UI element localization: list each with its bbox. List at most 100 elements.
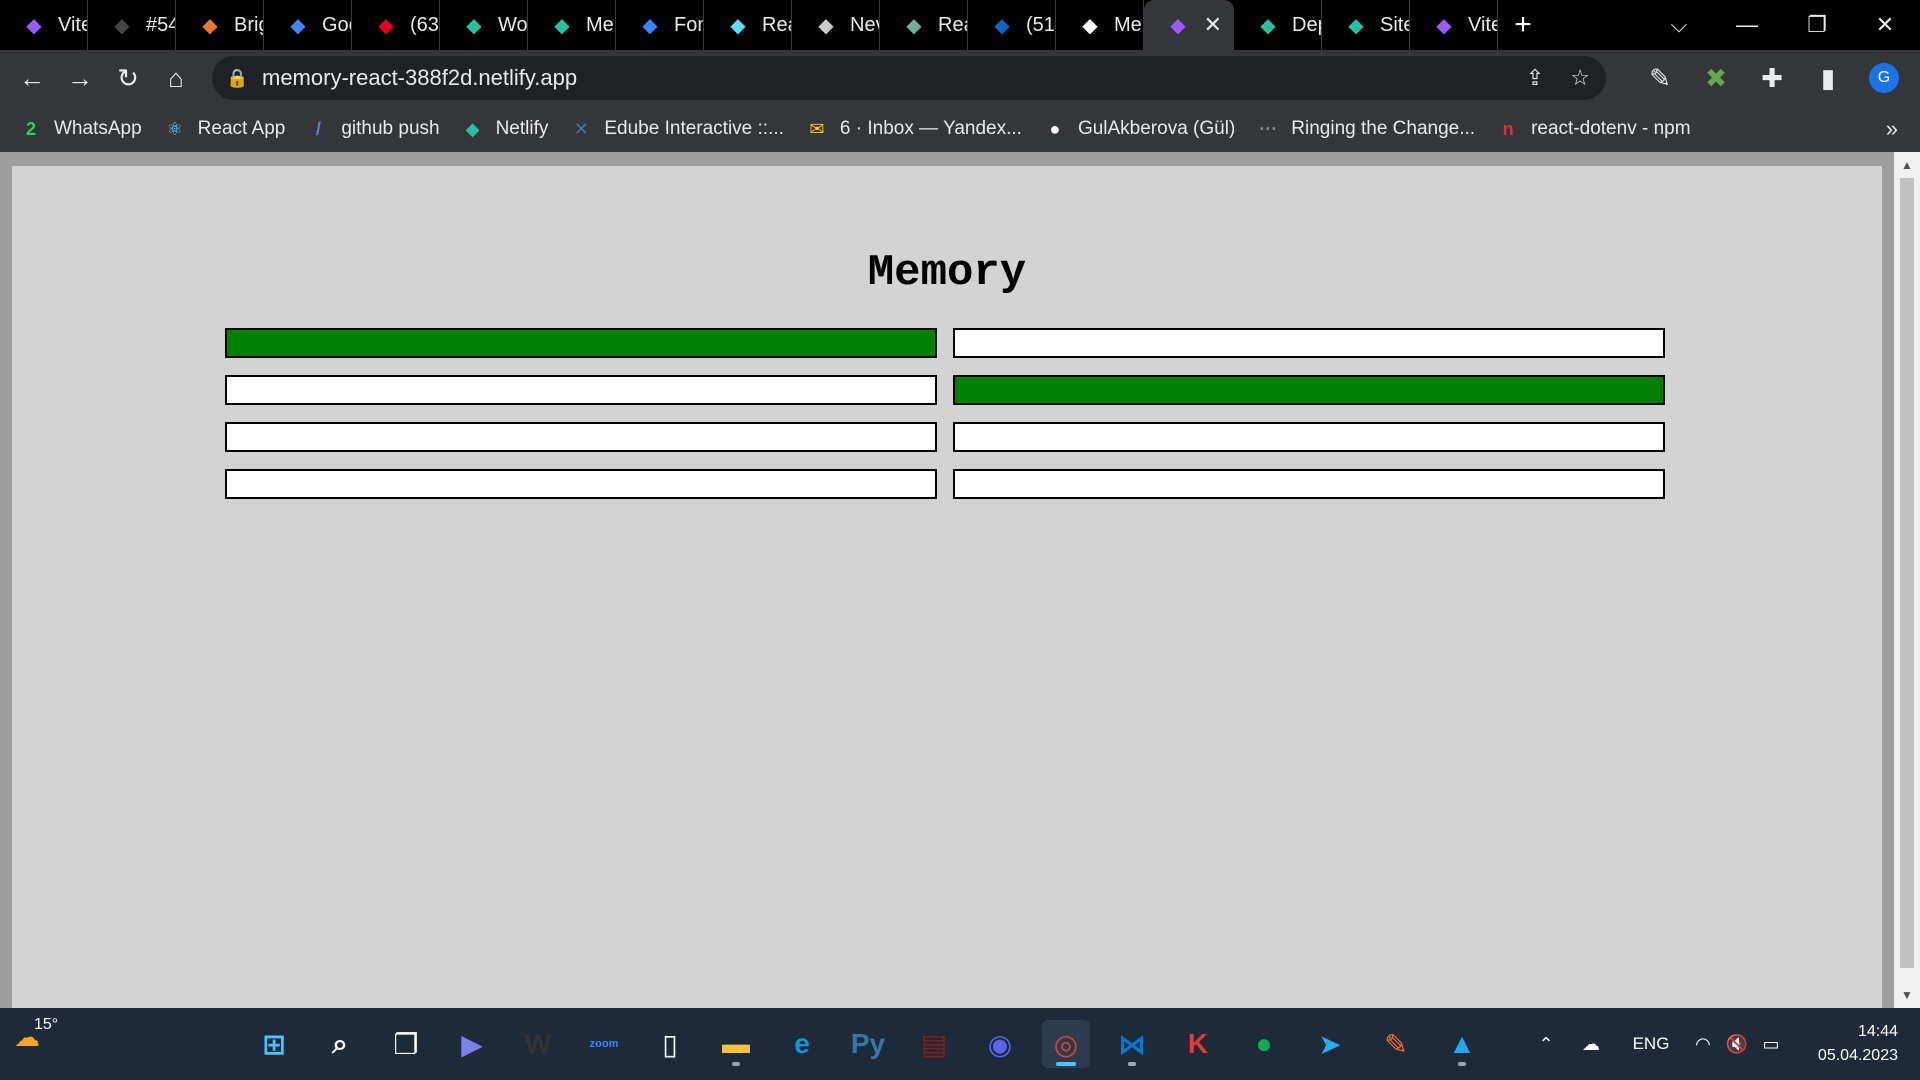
taskbar-app[interactable]: ⋈ [1108, 1020, 1156, 1068]
memory-card[interactable] [953, 328, 1665, 358]
discord-icon: ◉ [987, 1028, 1013, 1060]
minimize-icon[interactable]: — [1712, 0, 1782, 50]
bookmark-item[interactable]: ✕ Edube Interactive ::... [570, 118, 784, 140]
browser-tab[interactable]: ◆ Fon [616, 0, 704, 50]
scrollbar[interactable]: ▲ ▼ [1894, 152, 1920, 1008]
tab-label: Vite [58, 13, 87, 36]
taskbar-app[interactable]: ▶ [448, 1020, 496, 1068]
vite-icon: ◆ [1170, 14, 1186, 37]
menu-kebab-icon[interactable]: ⋮ [1916, 54, 1920, 102]
scroll-up-icon[interactable]: ▲ [1901, 158, 1913, 172]
address-bar[interactable]: 🔒 memory-react-388f2d.netlify.app ⇪ ☆ [212, 56, 1606, 100]
new-tab-button[interactable]: + [1498, 0, 1548, 50]
browser-tab[interactable]: ◆ Wo [440, 0, 528, 50]
browser-tab[interactable]: ◆ Vite [1410, 0, 1498, 50]
close-tab-icon[interactable]: ✕ [1204, 12, 1222, 38]
memory-card[interactable] [953, 422, 1665, 452]
taskbar-app[interactable]: ▲ [1438, 1020, 1486, 1068]
profile-button[interactable]: G [1860, 54, 1908, 102]
browser-tab[interactable]: ◆ Me [1056, 0, 1144, 50]
restore-icon[interactable]: ❐ [1782, 0, 1852, 50]
bookmark-item[interactable]: ◆ Netlify [462, 118, 549, 140]
browser-tab[interactable]: ◆ Vite [0, 0, 88, 50]
taskbar-app[interactable]: ⌕ [316, 1020, 364, 1068]
scrollbar-thumb[interactable] [1900, 178, 1914, 968]
home-icon[interactable]: ⌂ [152, 54, 200, 102]
taskbar-app[interactable]: ▯ [646, 1020, 694, 1068]
bookmarks-overflow-icon[interactable]: » [1886, 116, 1898, 142]
taskbar-app[interactable]: Py [844, 1020, 892, 1068]
back-icon[interactable]: ← [8, 54, 56, 102]
clock[interactable]: 14:44 05.04.2023 [1818, 1020, 1898, 1068]
search-icon: ⌕ [332, 1027, 348, 1059]
taskbar-app[interactable]: ▬ [712, 1020, 760, 1068]
weather-widget[interactable]: ☁ 15° [14, 1016, 58, 1053]
browser-tab[interactable]: ◆ Rea [880, 0, 968, 50]
taskbar-app[interactable]: ✎ [1372, 1020, 1420, 1068]
edit-extension-icon[interactable]: ✎ [1636, 54, 1684, 102]
browser-tab[interactable]: ◆ Brig [176, 0, 264, 50]
browser-tab[interactable]: ◆ ✕ [1144, 0, 1234, 50]
tab-label: Goo [322, 13, 351, 36]
wifi-icon[interactable]: ◠ [1686, 1034, 1720, 1055]
scroll-down-icon[interactable]: ▼ [1901, 988, 1913, 1002]
taskbar-app[interactable]: ❐ [382, 1020, 430, 1068]
bookmark-item[interactable]: n react-dotenv - npm [1497, 118, 1691, 140]
taskbar-app[interactable]: W [514, 1020, 562, 1068]
memory-card[interactable] [953, 469, 1665, 499]
side-panel-icon[interactable]: ▮ [1804, 54, 1852, 102]
bookmark-item[interactable]: ● GulAkberova (Gül) [1044, 118, 1236, 140]
memory-card[interactable] [225, 469, 937, 499]
volume-muted-icon[interactable]: 🔇 [1720, 1034, 1754, 1055]
browser-tab[interactable]: ◆ Goo [264, 0, 352, 50]
address-url[interactable]: memory-react-388f2d.netlify.app [262, 65, 577, 91]
bookmark-item[interactable]: 2 WhatsApp [20, 118, 142, 140]
memory-card-matched[interactable] [953, 375, 1665, 405]
browser-tab[interactable]: ◆ Site [1322, 0, 1410, 50]
tab-label: Site [1380, 13, 1409, 36]
memory-card[interactable] [225, 375, 937, 405]
tab-search-icon[interactable]: ⌵ [1644, 0, 1714, 50]
show-hidden-icons-icon[interactable]: ⌃ [1526, 1034, 1566, 1055]
taskbar-app[interactable]: ◎ [1042, 1020, 1090, 1068]
taskbar-app[interactable]: ◉ [976, 1020, 1024, 1068]
taskbar-app[interactable]: ➤ [1306, 1020, 1354, 1068]
taskbar-app[interactable]: e [778, 1020, 826, 1068]
share-icon[interactable]: ⇪ [1526, 65, 1544, 91]
taskbar-app[interactable]: K [1174, 1020, 1222, 1068]
taskbar-app[interactable]: zoom [580, 1020, 628, 1068]
browser-tab[interactable]: ◆ Rea [704, 0, 792, 50]
bookmark-item[interactable]: ✉ 6 · Inbox — Yandex... [806, 118, 1022, 140]
website-copier-icon: W [524, 1028, 552, 1059]
memory-card[interactable] [225, 422, 937, 452]
browser-tab[interactable]: ◆ Me [528, 0, 616, 50]
browser-tab[interactable]: ◆ Nev [792, 0, 880, 50]
extensions-puzzle-icon[interactable]: ✚ [1748, 54, 1796, 102]
start-icon: ⊞ [262, 1028, 286, 1060]
running-indicator [1056, 1062, 1076, 1066]
google-translate-icon: ◆ [290, 14, 306, 37]
close-window-icon[interactable]: ✕ [1850, 0, 1920, 50]
taskbar-app[interactable]: ▤ [910, 1020, 958, 1068]
onedrive-icon[interactable]: ☁ [1566, 1034, 1616, 1055]
memory-card-matched[interactable] [225, 328, 937, 358]
edge-icon: e [794, 1028, 810, 1059]
taskbar-app[interactable]: ⊞ [250, 1020, 298, 1068]
browser-tab[interactable]: ◆ #54 [88, 0, 176, 50]
forward-icon[interactable]: → [56, 54, 104, 102]
browser-tab[interactable]: ◆ (63 [352, 0, 440, 50]
browser-tab[interactable]: ◆ Dep [1234, 0, 1322, 50]
battery-icon[interactable]: ▭ [1754, 1034, 1788, 1055]
browser-tab[interactable]: ◆ (51) [968, 0, 1056, 50]
bookmark-item[interactable]: ⚛ React App [164, 118, 286, 140]
taskbar-app[interactable]: ● [1240, 1020, 1288, 1068]
bookmark-item[interactable]: / github push [307, 118, 440, 140]
x-extension-icon[interactable]: ✖ [1692, 54, 1740, 102]
language-indicator[interactable]: ENG [1616, 1034, 1686, 1054]
file-explorer-icon: ▬ [722, 1028, 750, 1059]
chrome-icon: ◆ [818, 14, 834, 37]
tab-label: Me [1114, 13, 1142, 36]
bookmark-star-icon[interactable]: ☆ [1570, 65, 1590, 91]
reload-icon[interactable]: ↻ [104, 54, 152, 102]
bookmark-item[interactable]: ··· Ringing the Change... [1257, 118, 1475, 140]
